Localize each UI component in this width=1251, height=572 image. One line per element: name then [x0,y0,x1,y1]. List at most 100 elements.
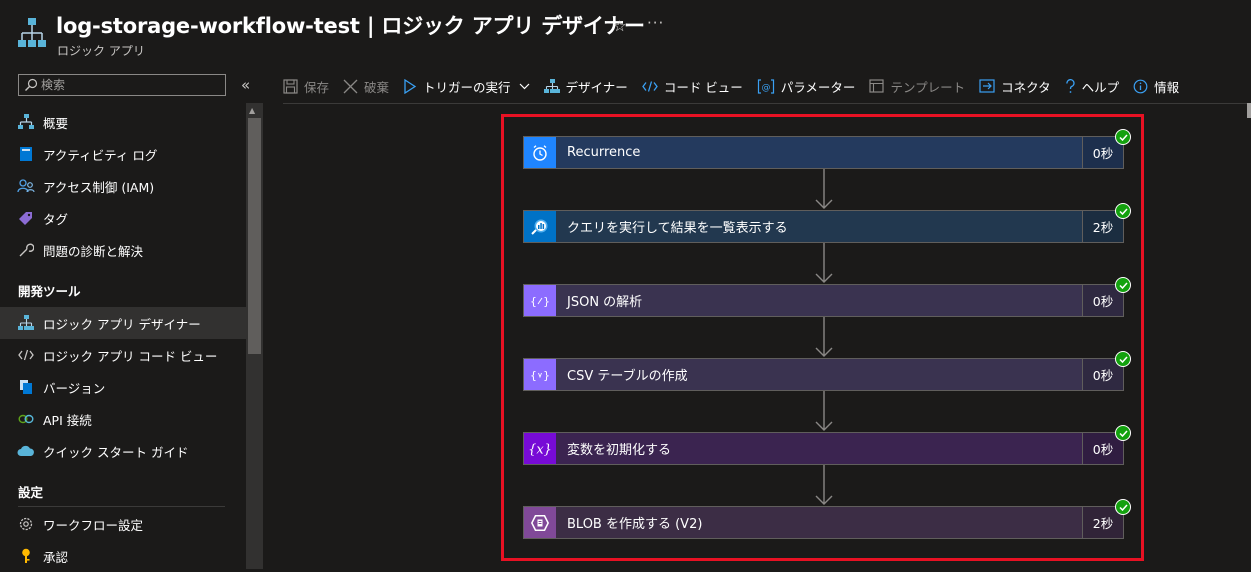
sidebar-item-tags[interactable]: タグ [0,202,246,234]
success-check-icon [1115,203,1131,219]
connector-arrow [815,464,833,505]
workflow-step-create-blob[interactable]: BLOB を作成する (V2) 2秒 [523,506,1124,539]
step-title: JSON の解析 [567,295,643,310]
sidebar-item-label: クイック スタート ガイド [43,444,189,460]
key-icon [17,547,35,565]
sidebar-item-authorization[interactable]: 承認 [0,540,246,572]
step-title: 変数を初期化する [567,443,672,458]
data-operations-icon: { } [524,285,556,316]
designer-label: デザイナー [565,79,628,95]
connector-arrow [815,168,833,209]
sidebar-item-activity-log[interactable]: アクティビティ ログ [0,138,246,170]
workflow-step-create-csv[interactable]: { } CSV テーブルの作成 0秒 [523,358,1124,391]
step-title: クエリを実行して結果を一覧表示する [567,221,788,236]
connector-arrow [815,390,833,431]
help-icon [1065,78,1076,94]
connectors-icon [979,79,995,93]
scroll-up-arrow-icon[interactable]: ▲ [249,106,255,115]
designer-icon [543,78,560,94]
sidebar-item-label: ロジック アプリ コード ビュー [43,348,218,364]
chevron-down-icon [519,83,530,90]
save-label: 保存 [304,79,330,95]
sidebar-item-api-connections[interactable]: API 接続 [0,403,246,435]
help-button[interactable]: ヘルプ [1065,77,1120,96]
connectors-button[interactable]: コネクタ [979,77,1051,96]
code-view-button[interactable]: コード ビュー [642,77,743,96]
success-check-icon [1115,425,1131,441]
run-trigger-button[interactable]: トリガーの実行 [403,77,530,96]
log-analytics-icon [524,211,556,242]
connectors-label: コネクタ [1001,79,1051,95]
sidebar-divider [18,506,225,507]
discard-button[interactable]: 破棄 [343,77,389,96]
versions-icon [17,378,35,396]
gear-icon [17,515,35,533]
api-connection-icon [17,410,35,428]
step-title: CSV テーブルの作成 [567,369,688,384]
page-title: log-storage-workflow-test | ロジック アプリ デザイ… [56,14,645,38]
sidebar-item-code-view[interactable]: ロジック アプリ コード ビュー [0,339,246,371]
templates-button[interactable]: テンプレート [869,77,965,96]
workflow-step-initialize-variable[interactable]: {x} 変数を初期化する 0秒 [523,432,1124,465]
collapse-sidebar-button[interactable]: « [241,76,250,94]
sidebar-item-label: バージョン [43,380,106,396]
code-icon [642,80,658,93]
designer-button[interactable]: デザイナー [543,77,628,96]
templates-label: テンプレート [890,79,966,95]
wrench-icon [17,241,35,259]
toolbar-divider [283,103,1251,104]
info-button[interactable]: 情報 [1133,77,1179,96]
canvas-edge-marker [1247,103,1251,118]
parameters-icon: @ [757,78,775,94]
run-trigger-label: トリガーの実行 [423,79,511,95]
logic-app-icon [18,18,46,47]
workflow-step-parse-json[interactable]: { } JSON の解析 0秒 [523,284,1124,317]
save-icon [283,78,298,94]
templates-icon [869,79,885,93]
sidebar-item-label: 概要 [43,115,69,131]
sidebar-item-logic-app-designer[interactable]: ロジック アプリ デザイナー [0,307,246,339]
designer-toolbar: 保存 破棄 トリガーの実行 デザイナー コード ビュー @ パラメーター テンプ… [283,72,1193,100]
page-subtitle: ロジック アプリ [57,44,145,58]
parameters-button[interactable]: @ パラメーター [757,77,856,96]
sidebar-item-overview[interactable]: 概要 [0,106,246,138]
more-options-button[interactable]: ··· [647,14,664,32]
section-heading-settings: 設定 [18,485,44,500]
sidebar-item-workflow-settings[interactable]: ワークフロー設定 [0,508,246,540]
info-icon [1133,79,1148,94]
parameters-label: パラメーター [780,79,856,95]
help-label: ヘルプ [1081,79,1120,95]
workflow-step-recurrence[interactable]: Recurrence 0秒 [523,136,1124,169]
success-check-icon [1115,499,1131,515]
sidebar-item-versions[interactable]: バージョン [0,371,246,403]
success-check-icon [1115,277,1131,293]
svg-text:{ }: { } [530,369,550,382]
sidebar-item-diagnose[interactable]: 問題の診断と解決 [0,234,246,266]
designer-icon [17,314,35,332]
success-check-icon [1115,129,1131,145]
sidebar-item-quickstart[interactable]: クイック スタート ガイド [0,435,246,467]
sidebar-item-label: アクセス制御 (IAM) [43,179,155,195]
connector-arrow [815,316,833,357]
close-icon [343,79,358,94]
svg-text:@: @ [761,83,770,93]
data-operations-icon: { } [524,359,556,390]
cloud-icon [17,442,35,460]
star-icon[interactable]: ☆ [613,17,626,35]
step-title: Recurrence [567,145,641,160]
workflow-step-run-query[interactable]: クエリを実行して結果を一覧表示する 2秒 [523,210,1124,243]
blob-storage-icon [524,507,556,538]
activity-log-icon [17,145,35,163]
connector-arrow [815,242,833,283]
svg-text:{x}: {x} [529,442,551,457]
section-heading-dev-tools: 開発ツール [18,284,81,299]
iam-icon [17,177,35,195]
sidebar-scrollbar-thumb[interactable] [248,118,261,354]
sidebar-item-iam[interactable]: アクセス制御 (IAM) [0,170,246,202]
search-input[interactable] [41,76,221,94]
sidebar-item-label: ロジック アプリ デザイナー [43,316,201,332]
search-box[interactable] [18,74,226,96]
sidebar-item-label: タグ [43,211,69,227]
save-button[interactable]: 保存 [283,77,329,96]
discard-label: 破棄 [364,79,390,95]
